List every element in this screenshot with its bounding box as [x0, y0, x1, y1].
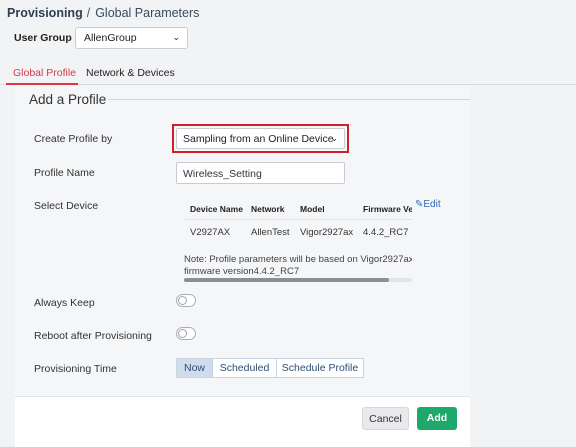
profile-name-input[interactable]: Wireless_Setting [176, 162, 345, 184]
add-button[interactable]: Add [417, 407, 457, 430]
create-profile-by-label: Create Profile by [34, 133, 113, 145]
device-note: Note: Profile parameters will be based o… [184, 254, 412, 278]
table-cell-firmware: 4.4.2_RC7 [363, 227, 409, 238]
toggle-knob [178, 296, 187, 305]
active-tab-indicator [6, 83, 78, 85]
always-keep-toggle[interactable] [176, 294, 196, 307]
section-title: Add a Profile [29, 92, 107, 107]
user-group-value: AllenGroup [84, 32, 137, 44]
reboot-after-toggle[interactable] [176, 327, 196, 340]
edit-label: Edit [423, 199, 441, 210]
tab-bar: Global Profile Network & Devices [0, 63, 576, 85]
toggle-knob [178, 329, 187, 338]
breadcrumb-separator: / [86, 6, 91, 20]
chevron-down-icon: ⌄ [172, 32, 180, 42]
device-note-line2: firmware version4.4.2_RC7 [184, 266, 300, 277]
column-header-model: Model [300, 204, 325, 214]
create-profile-by-value: Sampling from an Online Device [183, 133, 334, 145]
column-header-network: Network [251, 204, 285, 214]
device-table: Device Name Network Model Firmware Ver V… [176, 194, 412, 284]
profile-name-label: Profile Name [34, 167, 95, 179]
table-cell-model: Vigor2927ax [300, 227, 354, 238]
column-header-device-name: Device Name [190, 204, 243, 214]
breadcrumb-current: Global Parameters [95, 6, 200, 20]
cancel-button[interactable]: Cancel [362, 407, 409, 430]
always-keep-label: Always Keep [34, 297, 95, 309]
segment-now[interactable]: Now [176, 358, 213, 378]
create-profile-by-select[interactable]: Sampling from an Online Device ⌄ [176, 128, 345, 149]
section-divider [108, 99, 470, 100]
chevron-down-icon: ⌄ [330, 133, 338, 143]
segment-schedule-profile[interactable]: Schedule Profile [276, 358, 364, 378]
tab-network-devices[interactable]: Network & Devices [86, 67, 175, 79]
table-cell-network: AllenTest [251, 227, 290, 238]
table-cell-device-name: V2927AX [190, 227, 231, 238]
edit-device-link[interactable]: ✎Edit [415, 199, 441, 210]
tab-global-profile[interactable]: Global Profile [13, 67, 76, 79]
breadcrumb: Provisioning / Global Parameters [7, 6, 199, 20]
user-group-label: User Group : [14, 32, 79, 44]
horizontal-scrollbar-thumb[interactable] [184, 278, 389, 282]
user-group-select[interactable]: AllenGroup ⌄ [75, 27, 188, 49]
device-note-line1: Note: Profile parameters will be based o… [184, 254, 412, 265]
table-header-divider [184, 219, 412, 220]
provisioning-time-label: Provisioning Time [34, 363, 117, 375]
breadcrumb-root[interactable]: Provisioning [7, 6, 83, 20]
column-header-firmware: Firmware Ver [363, 204, 412, 214]
reboot-after-label: Reboot after Provisioning [34, 330, 152, 342]
segment-scheduled[interactable]: Scheduled [212, 358, 277, 378]
select-device-label: Select Device [34, 200, 99, 212]
